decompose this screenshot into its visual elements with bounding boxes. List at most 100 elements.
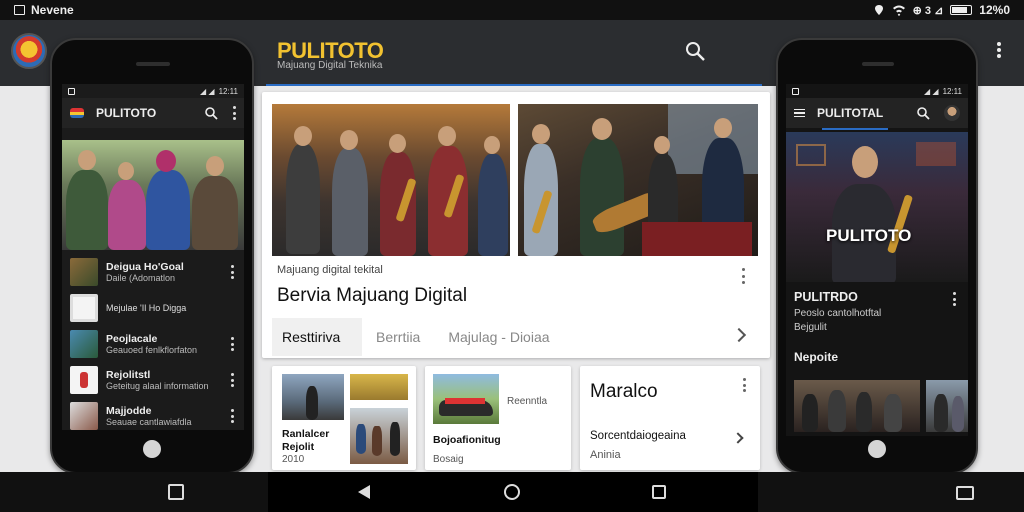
list-item-title: Peojlacale xyxy=(106,332,158,345)
phone-speaker xyxy=(136,62,170,66)
notification-icon xyxy=(68,87,75,95)
list-item-sub: Daile (Adomatlon xyxy=(106,272,176,283)
chevron-right-icon[interactable] xyxy=(731,327,747,343)
list-item[interactable]: Mejulae 'Il Ho Digga xyxy=(62,290,244,326)
list-item-title: Deigua Ho'Goal xyxy=(106,260,184,273)
category-tabs: Resttiriva Berrtiia Majulag - Dioiaa xyxy=(272,318,760,356)
right-phone-thumb-1[interactable] xyxy=(794,380,920,432)
street-band-photo xyxy=(272,104,510,256)
card-kicker: Majuang digital tekital xyxy=(277,264,383,276)
section-title: Nepoite xyxy=(794,350,839,364)
home-button[interactable] xyxy=(868,440,886,458)
list-item[interactable]: Peojlacale Geauoed fenlkflorfaton xyxy=(62,326,244,362)
home-button[interactable] xyxy=(143,440,161,458)
signal-icon: ◢ ◢ xyxy=(924,86,939,96)
recent-apps-button[interactable] xyxy=(168,484,184,500)
news-card-3-title: Maralco xyxy=(590,381,658,402)
news-card-1[interactable]: Ranlalcer Rejolit 2010 xyxy=(272,366,416,470)
location-icon xyxy=(874,5,883,15)
left-phone-time: 12:11 xyxy=(218,86,238,96)
news-card-1-banner xyxy=(350,374,408,400)
left-phone: ◢ ◢ 12:11 PULITOTO Deigua Ho'Goal Daile (A… xyxy=(50,38,254,474)
news-card-2-tag: Reenntla xyxy=(507,396,548,407)
left-phone-screen: ◢ ◢ 12:11 PULITOTO Deigua Ho'Goal Daile (A… xyxy=(62,84,244,430)
hero-title: PULITOTO xyxy=(826,226,912,245)
news-card-3-more-icon[interactable] xyxy=(741,378,747,392)
notification-icon xyxy=(792,87,799,95)
left-phone-status: ◢ ◢ 12:11 xyxy=(62,84,244,98)
status-bar: Nevene ⊕ 3 ⊿ 12%0 xyxy=(0,0,1024,20)
left-phone-hero-photo xyxy=(62,140,244,250)
tab-berrtiia[interactable]: Berrtiia xyxy=(362,318,434,356)
list-thumb xyxy=(70,330,98,358)
right-phone-hero-photo xyxy=(786,132,968,282)
list-item-sub: Geteitug alaal information xyxy=(106,380,209,391)
more-options-icon[interactable] xyxy=(232,106,236,120)
more-options-icon[interactable] xyxy=(230,337,234,351)
more-options-icon[interactable] xyxy=(952,292,956,306)
right-phone-title[interactable]: PULITOTAL xyxy=(817,106,883,120)
news-card-1-date: 2010 xyxy=(282,454,305,465)
wifi-icon xyxy=(892,5,905,16)
app-logo[interactable] xyxy=(11,33,47,69)
right-phone-time: 12:11 xyxy=(942,86,962,96)
tab-resttiriva[interactable]: Resttiriva xyxy=(272,318,362,356)
search-icon[interactable] xyxy=(204,106,218,120)
notification-icon xyxy=(14,5,25,15)
list-item[interactable]: Majjodde Seauae cantlawiafdla xyxy=(62,398,244,430)
list-item-sub: Seauae cantlawiafdla xyxy=(106,416,192,427)
more-options-icon[interactable] xyxy=(230,409,234,423)
list-thumb xyxy=(70,258,98,286)
app-bar-accent xyxy=(266,84,762,86)
back-button[interactable] xyxy=(358,485,370,499)
right-phone-sub: Peoslo cantolhotftal xyxy=(794,308,882,319)
news-card-1-sub: Rejolit xyxy=(282,441,315,453)
overview-button[interactable] xyxy=(652,485,666,499)
sim-indicator: ⊕ 3 ⊿ xyxy=(912,4,944,17)
tabs-icon[interactable] xyxy=(956,486,974,500)
news-card-2[interactable]: Reenntla Bojoafionitug Bosaig xyxy=(425,366,571,470)
list-thumb xyxy=(70,294,98,322)
left-phone-toolbar: PULITOTO xyxy=(62,98,244,128)
search-icon[interactable] xyxy=(684,40,706,62)
battery-icon xyxy=(950,5,973,15)
right-phone-status: ◢ ◢ 12:11 xyxy=(786,84,968,98)
brand-subtitle: Majuang Digital Teknika xyxy=(277,60,383,71)
list-item-sub: Geauoed fenlkflorfaton xyxy=(106,344,198,355)
home-nav-button[interactable] xyxy=(504,484,520,500)
list-thumb xyxy=(70,402,98,430)
status-left-text: Nevene xyxy=(31,3,74,17)
news-card-1-photo xyxy=(282,374,344,420)
right-phone-toolbar: PULITOTAL xyxy=(786,98,968,128)
more-options-icon[interactable] xyxy=(230,373,234,387)
news-card-2-sub: Bosaig xyxy=(433,454,464,465)
indoor-band-photo xyxy=(518,104,758,256)
app-logo-icon xyxy=(70,108,84,118)
more-options-icon[interactable] xyxy=(992,40,1006,60)
news-card-3-line: Sorcentdaiogeaina xyxy=(590,430,686,442)
right-phone-screen: ◢ ◢ 12:11 PULITOTAL PULITOTO PULITRDO Peo… xyxy=(786,84,968,436)
list-thumb xyxy=(70,366,98,394)
card-title[interactable]: Bervia Majuang Digital xyxy=(277,285,467,307)
search-icon[interactable] xyxy=(916,106,930,120)
phone-speaker xyxy=(862,62,894,66)
avatar[interactable] xyxy=(944,105,960,121)
active-tab-underline xyxy=(822,128,888,130)
list-item[interactable]: Rejolitstl Geteitug alaal information xyxy=(62,362,244,398)
menu-icon[interactable] xyxy=(794,108,805,118)
list-item-title: Rejolitstl xyxy=(106,368,151,381)
more-options-icon[interactable] xyxy=(230,265,234,279)
left-phone-title: PULITOTO xyxy=(96,106,157,120)
news-card-2-title: Bojoafionitug xyxy=(433,434,501,446)
tab-majulag[interactable]: Majulag - Dioiaa xyxy=(434,318,563,356)
right-phone-heading: PULITRDO xyxy=(794,290,858,304)
news-card-3-sub: Aninia xyxy=(590,449,621,461)
news-card-2-photo xyxy=(433,374,499,424)
list-item[interactable]: Deigua Ho'Goal Daile (Adomatlon xyxy=(62,254,244,290)
status-clock: 12%0 xyxy=(979,3,1010,17)
news-card-1-photo-2 xyxy=(350,408,408,464)
signal-icon: ◢ ◢ xyxy=(200,86,215,96)
card-more-icon[interactable] xyxy=(740,268,746,284)
news-card-1-title: Ranlalcer xyxy=(282,428,330,440)
right-phone-thumb-2[interactable] xyxy=(926,380,968,432)
